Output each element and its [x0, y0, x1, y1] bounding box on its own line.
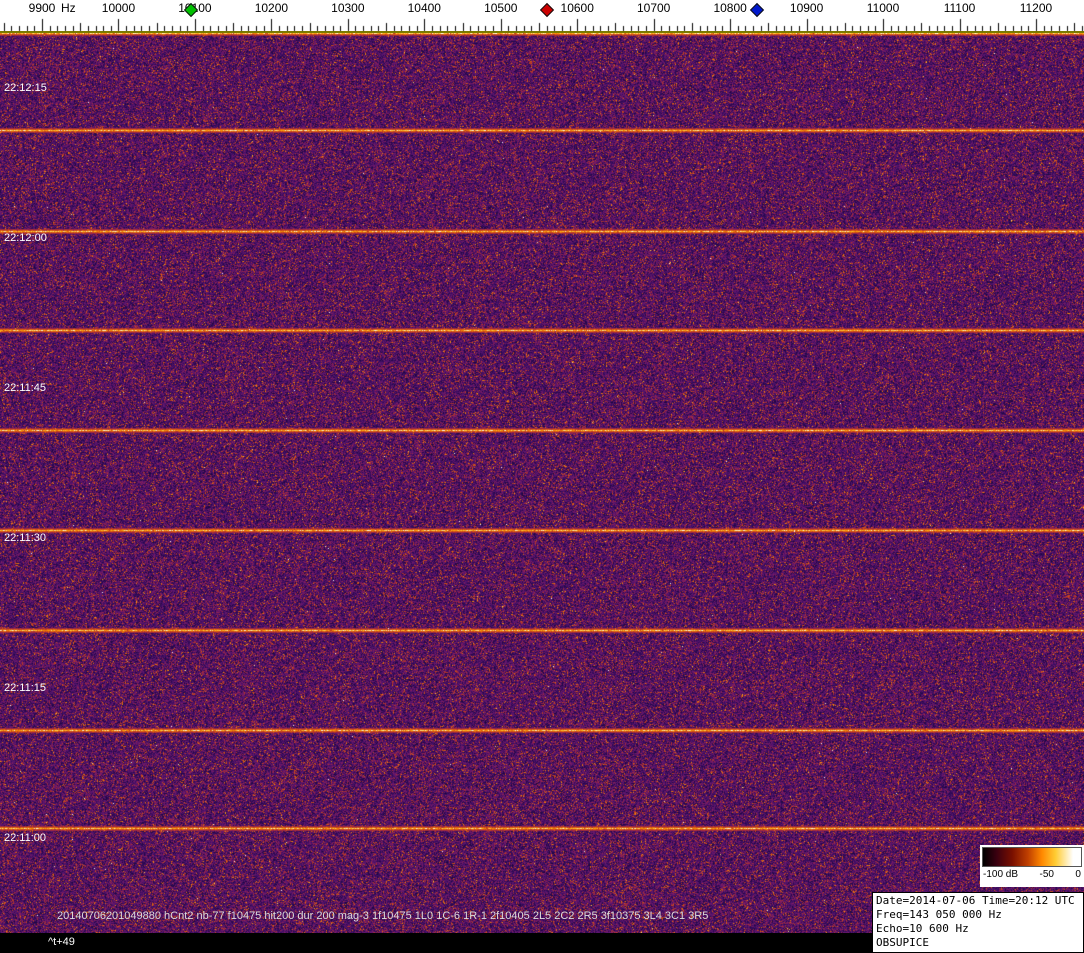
colorbar-label-mid: -50 [1039, 869, 1054, 880]
freq-tick-label: 10800 [713, 1, 747, 15]
time-cursor-label: ^t+49 [48, 936, 75, 948]
freq-tick-label: 9900 [28, 1, 56, 15]
colorbar-label-max: 0 [1075, 869, 1081, 880]
freq-tick-label: 10000 [101, 1, 136, 15]
freq-tick-label: 10600 [560, 1, 594, 15]
freq-tick-label: 11200 [1019, 1, 1053, 15]
info-echo: Echo=10 600 Hz [876, 922, 969, 935]
colorbar-labels: -100 dB -50 0 [982, 869, 1082, 880]
freq-tick-label: 10300 [331, 1, 365, 15]
freq-tick-label: 11100 [943, 1, 976, 15]
spectrogram-canvas[interactable] [0, 33, 1084, 933]
info-date-time: Date=2014-07-06 Time=20:12 UTC [876, 894, 1075, 907]
freq-tick-label: 10700 [636, 1, 671, 15]
freq-tick-label: 10400 [407, 1, 441, 15]
colorbar-label-min: -100 dB [983, 869, 1019, 880]
colorbar-gradient [982, 847, 1082, 867]
ruler-ticks-canvas [0, 0, 1084, 33]
info-box: Date=2014-07-06 Time=20:12 UTC Freq=143 … [872, 892, 1084, 953]
info-frequency: Freq=143 050 000 Hz [876, 908, 1002, 921]
freq-tick-label: 10900 [789, 1, 824, 15]
freq-tick-label: 11000 [866, 1, 900, 15]
freq-tick-label: 10500 [484, 1, 518, 15]
frequency-unit-label: Hz [61, 1, 76, 15]
spectrogram-app-window: 9900100001010010200103001040010500106001… [0, 0, 1084, 953]
freq-tick-label: 10200 [254, 1, 289, 15]
info-station: OBSUPICE [876, 936, 929, 949]
colorbar: -100 dB -50 0 [980, 845, 1084, 887]
frequency-ruler: 9900100001010010200103001040010500106001… [0, 0, 1084, 33]
detection-status-line: 20140706201049880 hCnt2 nb-77 f10475 hit… [57, 910, 709, 922]
